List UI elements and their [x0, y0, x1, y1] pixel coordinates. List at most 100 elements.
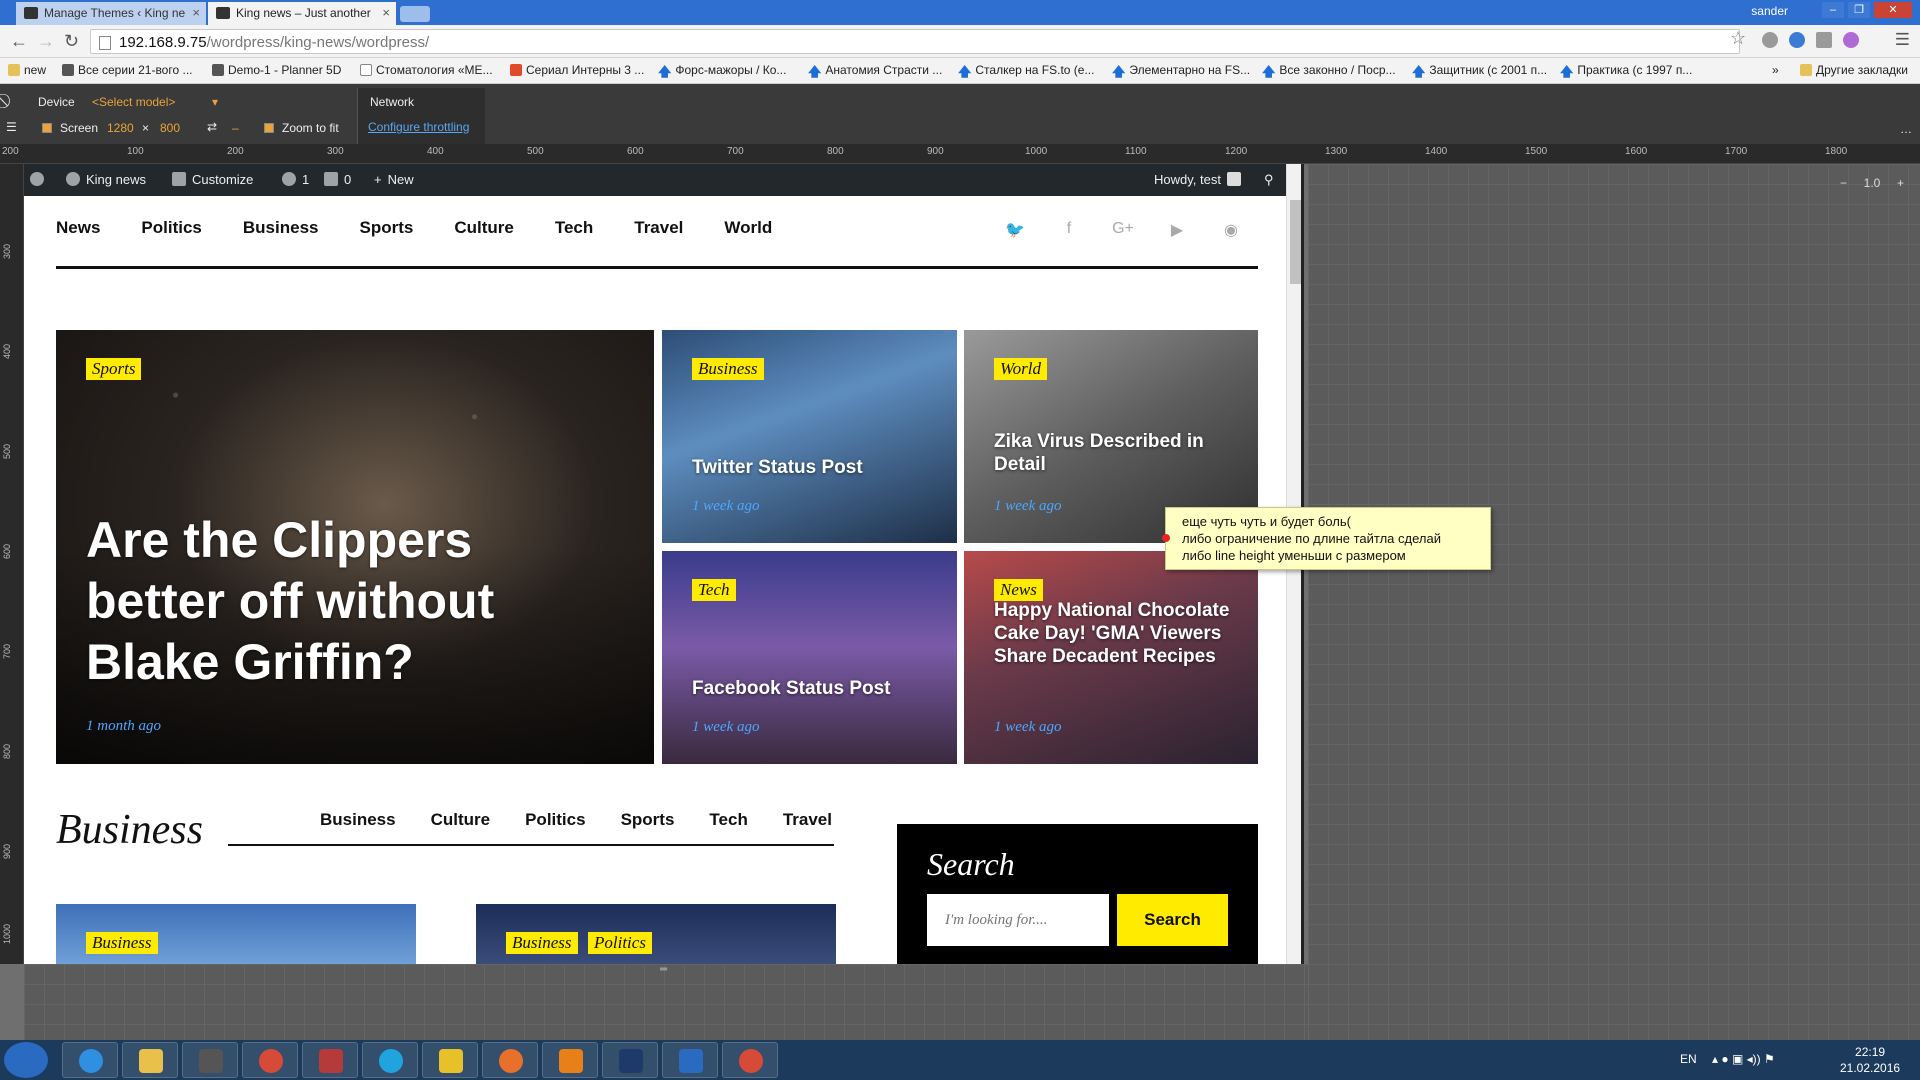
- nav-item-world[interactable]: World: [724, 218, 772, 248]
- admin-updates-link[interactable]: 1: [282, 172, 309, 187]
- adblock-icon[interactable]: [1762, 32, 1778, 48]
- swap-dimensions-icon[interactable]: ⇄: [207, 120, 217, 134]
- nav-item-politics[interactable]: Politics: [141, 218, 201, 248]
- bookmark-item[interactable]: 🡅 Анатомия Страсти ...: [808, 63, 942, 85]
- tab-king-news[interactable]: King news – Just another ×: [208, 2, 396, 25]
- taskbar-outlook-icon[interactable]: [542, 1042, 598, 1078]
- card-title[interactable]: Twitter Status Post: [692, 456, 942, 479]
- checkbox[interactable]: [42, 123, 52, 133]
- address-bar[interactable]: 192.168.9.75/wordpress/king-news/wordpre…: [90, 29, 1740, 54]
- bookmark-item[interactable]: Стоматология «МЕ...: [360, 63, 493, 77]
- extension-icon[interactable]: [1789, 32, 1805, 48]
- card-title[interactable]: Zika Virus Described in Detail: [994, 430, 1244, 476]
- bookmark-item[interactable]: new: [8, 63, 46, 77]
- taskbar-ie-icon[interactable]: [62, 1042, 118, 1078]
- tab-travel[interactable]: Travel: [783, 810, 832, 830]
- taskbar-app-icon[interactable]: [302, 1042, 358, 1078]
- reload-icon[interactable]: ↻: [64, 31, 79, 52]
- youtube-icon[interactable]: ▶: [1166, 220, 1188, 240]
- rss-icon[interactable]: ◉: [1220, 220, 1242, 240]
- system-tray-icons[interactable]: ▴ ● ▣ ◂)) ⚑: [1712, 1052, 1775, 1066]
- nav-item-news[interactable]: News: [56, 218, 100, 248]
- close-tab-icon[interactable]: ×: [382, 5, 390, 20]
- category-badge[interactable]: Politics: [588, 932, 652, 954]
- category-badge[interactable]: Business: [692, 358, 764, 380]
- resize-handle-icon[interactable]: ═: [660, 964, 670, 975]
- new-tab-button[interactable]: [400, 6, 430, 22]
- restore-icon[interactable]: ❐: [1848, 2, 1870, 18]
- taskbar-explorer-icon[interactable]: [122, 1042, 178, 1078]
- forward-arrow-icon[interactable]: →: [37, 31, 55, 52]
- nav-item-sports[interactable]: Sports: [359, 218, 413, 248]
- drawer-toggle-icon[interactable]: ☰: [6, 120, 17, 134]
- close-tab-icon[interactable]: ×: [192, 5, 200, 20]
- category-badge[interactable]: Business: [506, 932, 578, 954]
- post-card[interactable]: Business Politics: [476, 904, 836, 964]
- other-bookmarks-folder[interactable]: Другие закладки: [1800, 63, 1908, 77]
- taskbar-app-icon[interactable]: [422, 1042, 478, 1078]
- category-badge[interactable]: Tech: [692, 579, 736, 601]
- featured-card[interactable]: News Happy National Chocolate Cake Day! …: [964, 551, 1258, 764]
- admin-site-link[interactable]: King news: [66, 172, 146, 187]
- featured-card[interactable]: Tech Facebook Status Post 1 week ago: [662, 551, 957, 764]
- taskbar-app-icon[interactable]: [662, 1042, 718, 1078]
- zoom-to-fit-option[interactable]: Zoom to fit: [264, 121, 339, 135]
- bookmark-item[interactable]: Demo-1 - Planner 5D: [212, 63, 341, 77]
- bookmark-item[interactable]: 🡅 Практика (с 1997 п...: [1560, 63, 1692, 85]
- close-window-icon[interactable]: ✕: [1874, 2, 1912, 18]
- admin-comments-link[interactable]: 0: [324, 172, 351, 187]
- facebook-icon[interactable]: f: [1058, 220, 1080, 240]
- screen-width-input[interactable]: 1280: [107, 121, 134, 135]
- category-badge[interactable]: News: [994, 579, 1043, 601]
- wordpress-logo-icon[interactable]: [30, 172, 50, 187]
- tab-politics[interactable]: Politics: [525, 810, 585, 830]
- more-bookmarks-button[interactable]: »: [1772, 63, 1779, 77]
- category-badge[interactable]: Business: [86, 932, 158, 954]
- zoom-in-button[interactable]: +: [1897, 176, 1904, 196]
- featured-card[interactable]: Business Twitter Status Post 1 week ago: [662, 330, 957, 543]
- taskbar-firefox-icon[interactable]: [482, 1042, 538, 1078]
- zoom-out-button[interactable]: −: [1840, 176, 1847, 196]
- tab-culture[interactable]: Culture: [431, 810, 491, 830]
- pen-icon[interactable]: [1843, 32, 1859, 48]
- language-indicator[interactable]: EN: [1680, 1052, 1697, 1066]
- nav-item-travel[interactable]: Travel: [634, 218, 683, 248]
- nav-item-tech[interactable]: Tech: [555, 218, 593, 248]
- search-button[interactable]: Search: [1117, 894, 1228, 946]
- taskbar-chrome-icon[interactable]: [722, 1042, 778, 1078]
- card-title[interactable]: Facebook Status Post: [692, 677, 942, 700]
- card-title[interactable]: Happy National Chocolate Cake Day! 'GMA'…: [994, 599, 1244, 669]
- bookmark-item[interactable]: 🡅 Элементарно на FS...: [1112, 63, 1250, 85]
- mail-icon[interactable]: [1816, 32, 1832, 48]
- device-model-select[interactable]: <Select model>: [92, 95, 175, 109]
- configure-throttling-link[interactable]: Configure throttling: [368, 120, 469, 134]
- admin-customize-link[interactable]: Customize: [172, 172, 253, 187]
- checkbox[interactable]: [264, 123, 274, 133]
- bookmark-item[interactable]: Сериал Интерны 3 ...: [510, 63, 644, 77]
- tab-tech[interactable]: Tech: [709, 810, 747, 830]
- scrollbar-thumb[interactable]: [1290, 200, 1301, 284]
- admin-howdy-link[interactable]: Howdy, test: [1154, 172, 1247, 187]
- taskbar-app-icon[interactable]: [182, 1042, 238, 1078]
- screen-option[interactable]: Screen: [42, 121, 98, 135]
- twitter-icon[interactable]: 🐦: [1004, 220, 1026, 240]
- post-card[interactable]: Business: [56, 904, 416, 964]
- taskbar-photoshop-icon[interactable]: [602, 1042, 658, 1078]
- tab-business[interactable]: Business: [320, 810, 396, 830]
- search-input[interactable]: [927, 894, 1109, 946]
- chevron-down-icon[interactable]: ▾: [212, 95, 218, 109]
- bookmark-star-icon[interactable]: ☆: [1730, 28, 1746, 49]
- category-badge[interactable]: World: [994, 358, 1047, 380]
- search-icon[interactable]: ⚲: [1264, 172, 1274, 188]
- system-clock[interactable]: 22:19 21.02.2016: [1840, 1044, 1900, 1076]
- featured-card-large[interactable]: Sports Are the Clippers better off witho…: [56, 330, 654, 764]
- bookmark-item[interactable]: 🡅 Форс-мажоры / Ко...: [658, 63, 786, 85]
- category-badge[interactable]: Sports: [86, 358, 142, 380]
- minimize-icon[interactable]: –: [1822, 2, 1844, 18]
- bookmark-item[interactable]: 🡅 Сталкер на FS.to (е...: [958, 63, 1094, 85]
- screen-height-input[interactable]: 800: [160, 121, 180, 135]
- back-arrow-icon[interactable]: ←: [10, 31, 28, 52]
- taskbar-skype-icon[interactable]: [362, 1042, 418, 1078]
- start-button-icon[interactable]: [4, 1042, 48, 1078]
- taskbar-chrome-icon[interactable]: [242, 1042, 298, 1078]
